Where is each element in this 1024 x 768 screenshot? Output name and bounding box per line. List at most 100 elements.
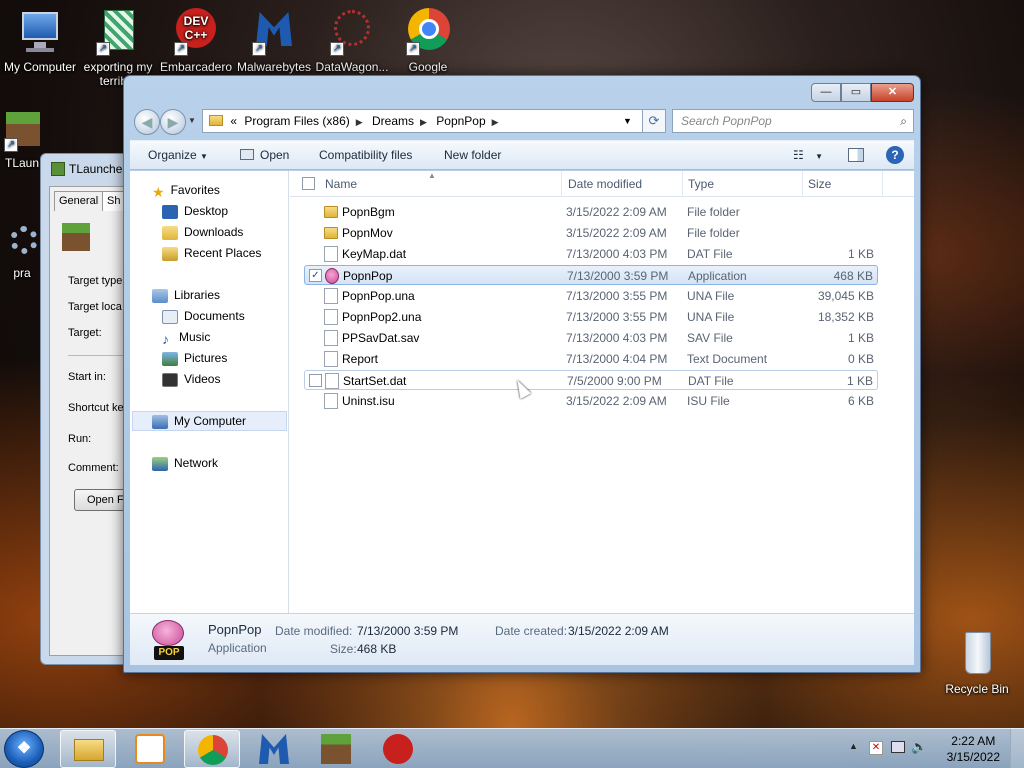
file-row[interactable]: PopnPop.una 7/13/2000 3:55 PM UNA File 3… [304, 286, 878, 306]
explorer-window[interactable]: — ▭ ✕ ◀ ▶ ▼ « Program Files (x86) ▶ Dream… [123, 75, 921, 673]
details-date-modified: 7/13/2000 3:59 PM [357, 624, 459, 638]
nav-network[interactable]: Network [152, 456, 218, 471]
file-row[interactable]: Uninst.isu 3/15/2022 2:09 AM ISU File 6 … [304, 391, 878, 411]
breadcrumb-chevron-icon[interactable]: ▶ [420, 117, 427, 127]
nav-label: My Computer [174, 414, 247, 428]
breadcrumb-dreams[interactable]: Dreams [372, 114, 414, 128]
file-date: 7/13/2000 4:04 PM [566, 352, 668, 366]
preview-pane-button[interactable] [848, 148, 864, 162]
taskbar-chrome[interactable] [184, 730, 240, 768]
breadcrumb-chevron-icon[interactable]: ▶ [356, 117, 363, 127]
taskbar-dev-cpp[interactable] [370, 730, 426, 768]
nav-desktop[interactable]: Desktop [162, 204, 228, 219]
tab-shortcut[interactable]: Sh [102, 191, 126, 211]
desktop-icon-google[interactable]: ↗ Google [388, 8, 468, 74]
nav-documents[interactable]: Documents [162, 309, 245, 324]
show-desktop-button[interactable] [1010, 729, 1024, 768]
file-icon [325, 373, 339, 389]
clock[interactable]: 2:22 AM 3/15/2022 [947, 733, 1000, 765]
nav-music[interactable]: ♪ Music [162, 330, 210, 347]
file-row[interactable]: PopnBgm 3/15/2022 2:09 AM File folder [304, 202, 878, 222]
desktop-icon-datawagon[interactable]: ↗ DataWagon... [312, 8, 392, 74]
file-row[interactable]: PopnPop2.una 7/13/2000 3:55 PM UNA File … [304, 307, 878, 327]
file-date: 7/13/2000 4:03 PM [566, 331, 668, 345]
search-input[interactable]: Search PopnPop ⌕ [672, 109, 914, 133]
file-row[interactable]: PopnMov 3/15/2022 2:09 AM File folder [304, 223, 878, 243]
file-row[interactable]: KeyMap.dat 7/13/2000 4:03 PM DAT File 1 … [304, 244, 878, 264]
refresh-button[interactable]: ⟳ [642, 109, 666, 133]
address-overflow[interactable]: « [230, 114, 237, 128]
desktop-icon-label: Google [408, 60, 448, 74]
network-tray-icon[interactable] [891, 741, 905, 753]
new-folder-button[interactable]: New folder [444, 148, 501, 162]
desktop-icon-embarcadero[interactable]: DEV C++ ↗ Embarcadero [156, 8, 236, 74]
help-icon[interactable]: ? [886, 146, 904, 164]
taskbar-tlauncher[interactable] [308, 730, 364, 768]
desktop-icon-tlauncher[interactable]: ↗ TLaun [0, 112, 44, 170]
file-row[interactable]: PPSavDat.sav 7/13/2000 4:03 PM SAV File … [304, 328, 878, 348]
taskbar-explorer[interactable] [60, 730, 116, 768]
organize-button[interactable]: Organize ▼ [148, 148, 208, 162]
select-all-checkbox[interactable] [302, 177, 315, 190]
column-type[interactable]: Type [688, 177, 714, 191]
forward-button[interactable]: ▶ [160, 109, 186, 135]
file-name: PPSavDat.sav [342, 331, 420, 345]
column-date-modified[interactable]: Date modified [568, 177, 642, 191]
maximize-button[interactable]: ▭ [841, 83, 871, 102]
row-checkbox[interactable] [309, 374, 322, 387]
file-icon [324, 309, 338, 325]
desktop-icon [162, 204, 178, 219]
minecraft-block-icon: ↗ [2, 112, 42, 152]
open-button[interactable]: Open [240, 148, 289, 162]
start-button[interactable]: ❖ [4, 730, 44, 768]
tab-general[interactable]: General [54, 191, 104, 211]
volume-icon[interactable]: 🔈 [911, 739, 927, 755]
nav-libraries[interactable]: Libraries [152, 288, 220, 303]
desktop-icon-recycle-bin[interactable]: Recycle Bin [937, 630, 1017, 696]
column-separator[interactable] [882, 171, 883, 197]
recent-pages-chevron-icon[interactable]: ▼ [188, 116, 196, 125]
address-bar[interactable]: « Program Files (x86) ▶ Dreams ▶ PopnPop ▶ … [202, 109, 664, 133]
breadcrumb-popnpop[interactable]: PopnPop [436, 114, 485, 128]
close-button[interactable]: ✕ [871, 83, 914, 102]
action-center-flag-icon[interactable]: ✕ [869, 741, 883, 755]
file-row-selected[interactable]: ✓ PopnPop 7/13/2000 3:59 PM Application … [304, 265, 878, 285]
shortcut-arrow-icon: ↗ [4, 138, 18, 152]
field-label: Target loca [68, 301, 122, 313]
file-row-hovered[interactable]: StartSet.dat 7/5/2000 9:00 PM DAT File 1… [304, 370, 878, 390]
breadcrumb-chevron-icon[interactable]: ▶ [492, 117, 499, 127]
change-view-button[interactable]: ☷ ▼ [793, 148, 823, 162]
column-separator[interactable] [682, 171, 683, 197]
desktop-icon-my-computer[interactable]: My Computer [0, 8, 80, 74]
shortcut-arrow-icon: ↗ [330, 42, 344, 56]
taskbar-media-player[interactable] [122, 730, 178, 768]
nav-pictures[interactable]: Pictures [162, 351, 227, 366]
column-name[interactable]: Name [325, 177, 357, 191]
file-date: 7/13/2000 3:55 PM [566, 310, 668, 324]
minimize-button[interactable]: — [811, 83, 841, 102]
desktop-icon-malwarebytes[interactable]: ↗ Malwarebytes [234, 8, 314, 74]
recent-places-icon [162, 246, 178, 261]
taskbar-malwarebytes[interactable] [246, 730, 302, 768]
nav-label: Videos [184, 372, 221, 386]
file-row[interactable]: Report 7/13/2000 4:04 PM Text Document 0… [304, 349, 878, 369]
search-icon[interactable]: ⌕ [900, 114, 907, 129]
row-checkbox-checked[interactable]: ✓ [309, 269, 322, 282]
column-separator[interactable] [802, 171, 803, 197]
nav-my-computer[interactable]: My Computer [152, 414, 246, 429]
nav-recent-places[interactable]: Recent Places [162, 246, 261, 261]
column-size[interactable]: Size [808, 177, 831, 191]
file-name: StartSet.dat [343, 374, 407, 388]
back-button[interactable]: ◀ [134, 109, 160, 135]
column-separator[interactable] [561, 171, 562, 197]
nav-downloads[interactable]: Downloads [162, 225, 243, 240]
dev-cpp-icon: DEV C++ ↗ [172, 8, 220, 56]
address-dropdown-icon[interactable]: ▼ [623, 110, 632, 132]
breadcrumb-program-files[interactable]: Program Files (x86) [244, 114, 349, 128]
show-hidden-icons-chevron[interactable]: ▲ [849, 741, 858, 751]
desktop-icon-pra[interactable]: pra [0, 222, 44, 280]
nav-videos[interactable]: Videos [162, 372, 220, 387]
file-list: ▲ Name Date modified Type Size PopnBgm 3… [290, 171, 914, 613]
compatibility-files-button[interactable]: Compatibility files [319, 148, 412, 162]
nav-favorites[interactable]: ★ Favorites [152, 183, 220, 200]
